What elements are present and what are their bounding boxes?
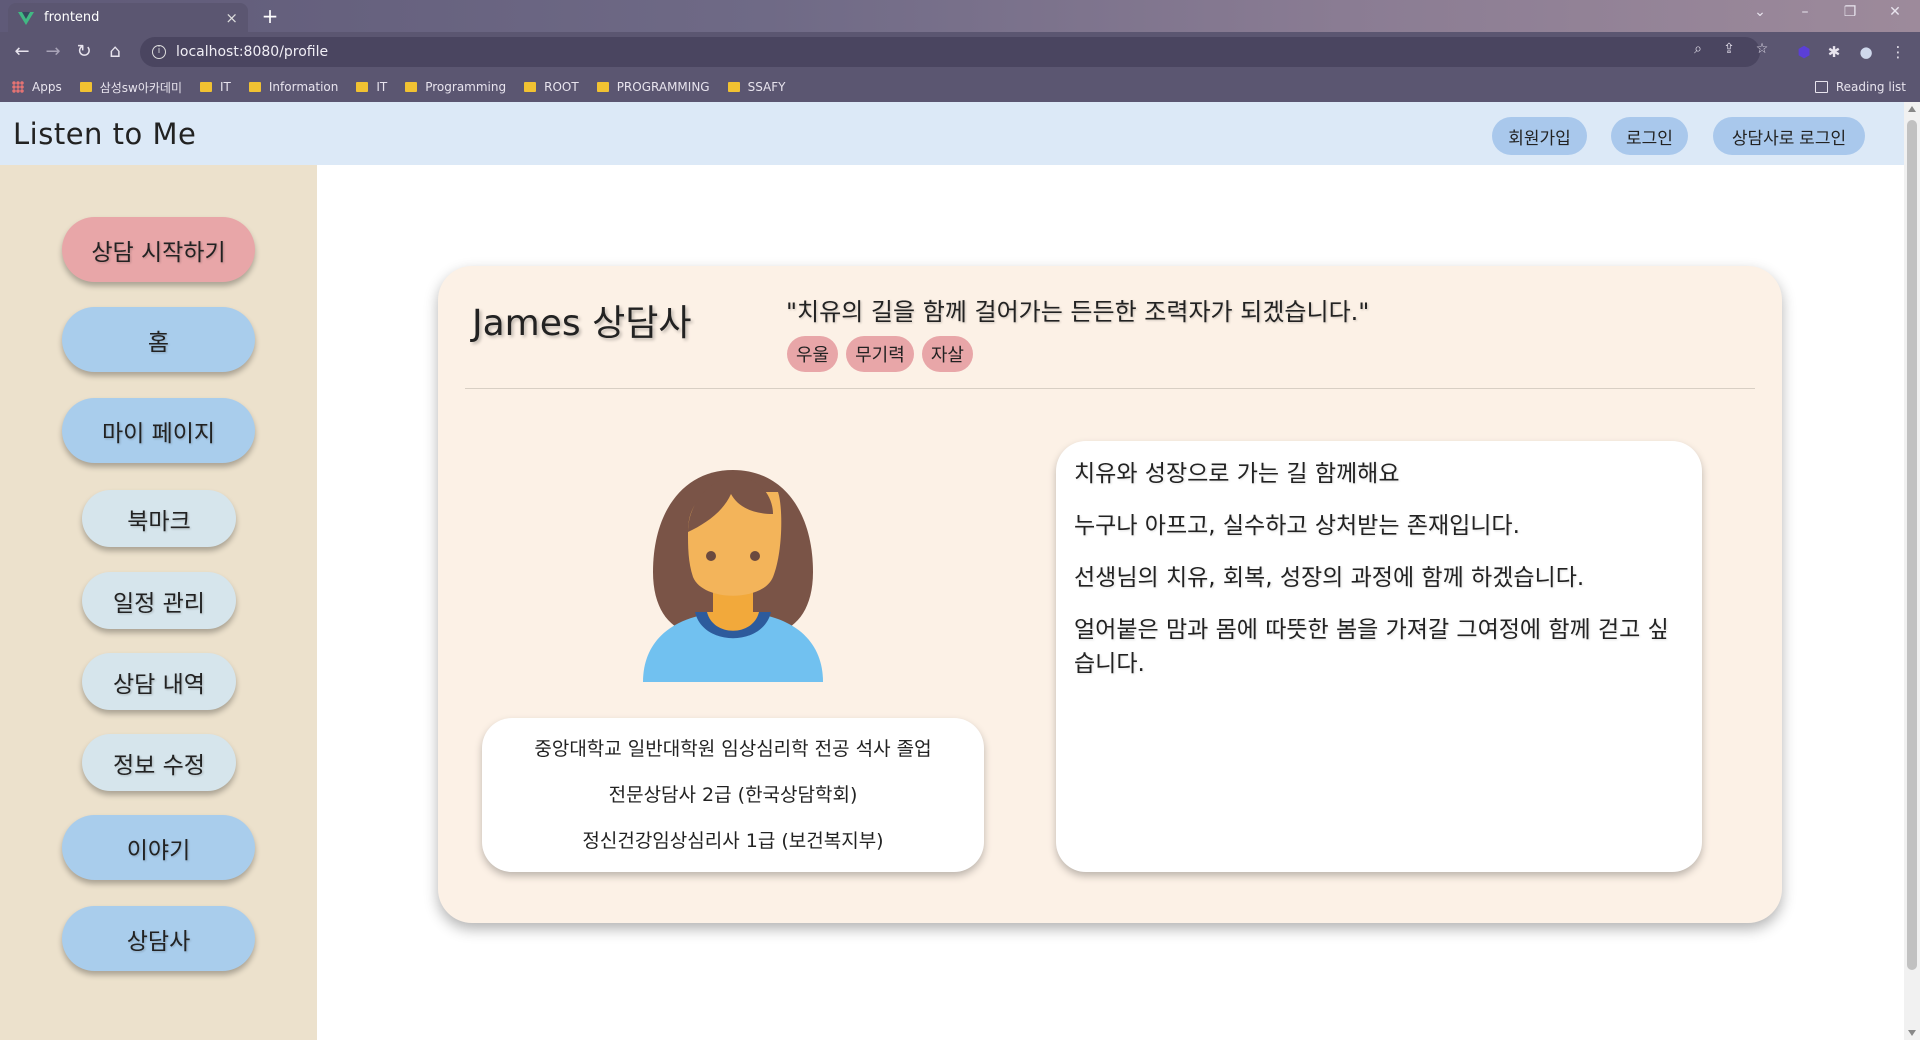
app-logo[interactable]: Listen to Me (13, 117, 196, 151)
bookmark-folder[interactable]: SSAFY (727, 80, 786, 94)
new-tab-button[interactable]: + (258, 5, 282, 29)
login-button[interactable]: 로그인 (1611, 117, 1688, 155)
reading-list-button[interactable]: Reading list (1814, 72, 1906, 102)
counselor-login-button[interactable]: 상담사로 로그인 (1713, 117, 1865, 155)
credentials-box: 중앙대학교 일반대학원 임상심리학 전공 석사 졸업 전문상담사 2급 (한국상… (482, 718, 984, 872)
profile-avatar-icon[interactable]: ● (1856, 42, 1876, 62)
home-icon[interactable]: ⌂ (103, 40, 127, 64)
back-icon[interactable]: ← (10, 40, 34, 64)
extensions-puzzle-icon[interactable]: ✱ (1824, 42, 1844, 62)
sidebar-item-counselors[interactable]: 상담사 (62, 906, 255, 971)
intro-line: 누구나 아프고, 실수하고 상처받는 존재입니다. (1074, 513, 1520, 539)
apps-grid-icon (12, 81, 24, 93)
page-scrollbar[interactable] (1904, 102, 1920, 1040)
sidebar-item-bookmark[interactable]: 북마크 (82, 490, 236, 547)
address-bar[interactable]: i localhost:8080/profile (140, 37, 1760, 67)
restore-button[interactable]: ❐ (1830, 4, 1870, 20)
sidebar: 상담 시작하기 홈 마이 페이지 북마크 일정 관리 상담 내역 정보 수정 이… (0, 165, 317, 1040)
specialty-tag: 자살 (921, 336, 973, 372)
credential-item: 전문상담사 2급 (한국상담학회) (608, 784, 858, 806)
intro-line: 얼어붙은 맘과 몸에 따뜻한 봄을 가져갈 그여정에 함께 걷고 싶습니다. (1074, 617, 1669, 677)
scrollbar-thumb[interactable] (1907, 120, 1917, 970)
browser-toolbar: ← → ↻ ⌂ i localhost:8080/profile ⌕ ⇪ ☆ ⬢… (0, 32, 1920, 72)
browser-tab[interactable]: frontend × (8, 3, 248, 32)
specialty-tag: 우울 (787, 336, 839, 372)
bookmark-folder[interactable]: PROGRAMMING (596, 80, 710, 94)
folder-icon (248, 82, 261, 92)
sidebar-item-schedule[interactable]: 일정 관리 (82, 572, 236, 629)
counselor-profile-card: James 상담사 "치유의 길을 함께 걸어가는 든든한 조력자가 되겠습니다… (438, 266, 1782, 923)
bookmark-folder[interactable]: 삼성sw아카데미 (79, 79, 182, 96)
bookmark-folder[interactable]: IT (200, 80, 231, 94)
folder-icon (596, 82, 609, 92)
sidebar-item-counseling-history[interactable]: 상담 내역 (82, 653, 236, 710)
sidebar-item-edit-info[interactable]: 정보 수정 (82, 734, 236, 791)
specialty-tag: 무기력 (846, 336, 914, 372)
extension-badge-icon[interactable]: ⬢ (1794, 42, 1814, 62)
folder-icon (727, 82, 740, 92)
sidebar-item-home[interactable]: 홈 (62, 307, 255, 372)
close-window-button[interactable]: ✕ (1875, 4, 1915, 20)
tab-search-icon[interactable]: ⌄ (1740, 4, 1780, 20)
signup-button[interactable]: 회원가입 (1492, 117, 1587, 155)
bookmarks-bar: Apps 삼성sw아카데미 IT Information IT Programm… (0, 72, 1920, 102)
folder-icon (356, 82, 369, 92)
sidebar-item-my-page[interactable]: 마이 페이지 (62, 398, 255, 463)
counselor-quote: "치유의 길을 함께 걸어가는 든든한 조력자가 되겠습니다." (786, 298, 1370, 326)
specialty-tags: 우울 무기력 자살 (787, 336, 981, 372)
reload-icon[interactable]: ↻ (72, 40, 96, 64)
folder-icon (405, 82, 418, 92)
sidebar-item-start-counseling[interactable]: 상담 시작하기 (62, 217, 255, 282)
tab-close-icon[interactable]: × (225, 9, 238, 27)
counselor-avatar-icon (643, 470, 823, 682)
credential-item: 정신건강임상심리사 1급 (보건복지부) (582, 830, 884, 852)
scroll-down-icon[interactable] (1908, 1030, 1916, 1036)
scroll-up-icon[interactable] (1908, 106, 1916, 112)
app-header: Listen to Me 회원가입 로그인 상담사로 로그인 (0, 102, 1904, 165)
intro-line: 치유와 성장으로 가는 길 함께해요 (1074, 461, 1400, 487)
folder-icon (200, 82, 213, 92)
sidebar-item-stories[interactable]: 이야기 (62, 815, 255, 880)
share-icon[interactable]: ⇪ (1719, 39, 1739, 59)
bookmark-folder[interactable]: IT (356, 80, 387, 94)
bookmark-star-icon[interactable]: ☆ (1752, 39, 1772, 59)
browser-tab-strip: frontend × + ⌄ – ❐ ✕ (0, 0, 1920, 32)
folder-icon (524, 82, 537, 92)
vue-favicon-icon (18, 10, 34, 26)
forward-icon[interactable]: → (41, 40, 65, 64)
header-divider (465, 388, 1755, 389)
credential-item: 중앙대학교 일반대학원 임상심리학 전공 석사 졸업 (534, 738, 932, 760)
bookmark-folder[interactable]: Programming (405, 80, 506, 94)
bookmark-folder[interactable]: ROOT (524, 80, 579, 94)
bookmark-apps[interactable]: Apps (12, 80, 62, 94)
site-info-icon[interactable]: i (152, 45, 166, 59)
tab-title: frontend (44, 10, 100, 25)
url-text: localhost:8080/profile (176, 44, 329, 60)
counselor-name: James 상담사 (472, 303, 692, 344)
folder-icon (79, 82, 92, 92)
bookmark-folder[interactable]: Information (248, 80, 338, 94)
introduction-box: 치유와 성장으로 가는 길 함께해요 누구나 아프고, 실수하고 상처받는 존재… (1056, 441, 1702, 872)
intro-line: 선생님의 치유, 회복, 성장의 과정에 함께 하겠습니다. (1074, 565, 1585, 591)
zoom-icon[interactable]: ⌕ (1688, 39, 1708, 59)
reading-list-icon (1814, 81, 1828, 93)
minimize-button[interactable]: – (1785, 4, 1825, 20)
menu-kebab-icon[interactable]: ⋮ (1888, 42, 1908, 62)
